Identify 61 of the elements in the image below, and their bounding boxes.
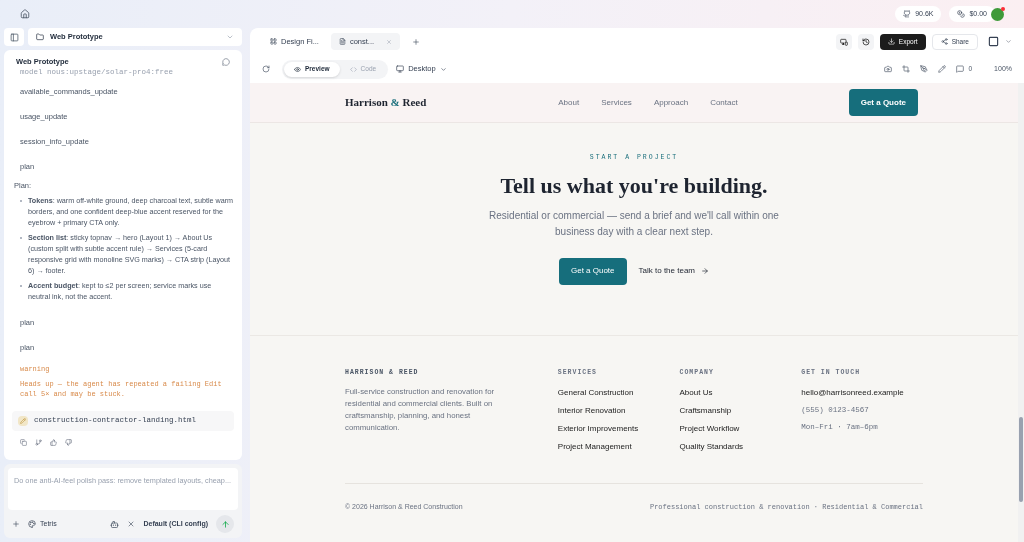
- present-button[interactable]: [835, 33, 852, 50]
- nav-link[interactable]: About: [558, 96, 580, 109]
- footer-link[interactable]: hello@harrisonreed.example: [801, 386, 923, 399]
- pencil-icon[interactable]: [938, 65, 947, 73]
- new-tab-icon[interactable]: [412, 37, 421, 46]
- home-icon[interactable]: [20, 9, 30, 19]
- nav-link[interactable]: Approach: [653, 96, 689, 109]
- history-icon: [861, 37, 870, 46]
- share-icon: [940, 38, 948, 45]
- scrollbar-thumb[interactable]: [1019, 417, 1023, 502]
- chevron-icon: [439, 65, 447, 73]
- palette-icon: [28, 520, 36, 528]
- nav-link[interactable]: Contact: [710, 96, 738, 109]
- chevron-icon: [226, 33, 234, 41]
- layout-icon[interactable]: [988, 36, 999, 47]
- arrow-right-icon: [701, 267, 710, 276]
- chevron-icon[interactable]: [1005, 38, 1012, 45]
- camera-icon[interactable]: [884, 65, 893, 73]
- quote-button[interactable]: Get a Quote: [558, 257, 627, 285]
- folder-icon: [36, 33, 44, 41]
- monitor-icon: [396, 65, 405, 73]
- close-icon[interactable]: [127, 520, 136, 528]
- reload-icon[interactable]: [262, 65, 270, 73]
- comment-icon: [956, 65, 965, 73]
- pencil-icon: [20, 417, 26, 424]
- site-logo[interactable]: Harrison & Reed: [345, 94, 427, 111]
- send-button[interactable]: [216, 515, 234, 533]
- footer-link[interactable]: Project Management: [557, 440, 680, 453]
- close-icon[interactable]: [386, 38, 393, 45]
- hero-subtitle: Residential or commercial — send a brief and we'll call within one business day with a clear next step.: [489, 208, 779, 239]
- footer-link[interactable]: Interior Renovation: [557, 404, 680, 417]
- branch-icon[interactable]: [35, 438, 42, 446]
- footer-link[interactable]: Craftsmanship: [679, 404, 802, 417]
- crop-icon[interactable]: [902, 65, 911, 73]
- download-icon: [887, 38, 895, 45]
- eye-icon: [294, 65, 301, 73]
- copy-icon[interactable]: [20, 438, 27, 446]
- footer-link[interactable]: Project Workflow: [679, 422, 802, 435]
- grid-icon: [270, 38, 277, 45]
- avatar-icon[interactable]: [991, 7, 1004, 21]
- history-button[interactable]: [857, 33, 874, 50]
- file-icon: [338, 38, 346, 45]
- thumbs-up-icon[interactable]: [50, 438, 57, 446]
- sidebar-toggle[interactable]: [4, 28, 24, 46]
- sidebar-icon: [9, 32, 19, 42]
- chat-icon[interactable]: [222, 57, 230, 66]
- hero-headline: Tell us what you're building.: [500, 171, 768, 200]
- pen-icon[interactable]: [920, 65, 929, 73]
- arrow-up-icon: [220, 519, 230, 529]
- footer-link[interactable]: Quality Standards: [679, 440, 802, 453]
- footer-link[interactable]: About Us: [679, 386, 802, 399]
- devices-icon: [839, 37, 848, 46]
- thumbs-down-icon[interactable]: [65, 438, 72, 446]
- footer-link[interactable]: Exterior Improvements: [557, 422, 680, 435]
- robot-icon[interactable]: [110, 519, 120, 529]
- code-icon: [349, 65, 357, 73]
- nav-link[interactable]: Services: [601, 96, 632, 109]
- add-icon[interactable]: [12, 520, 20, 528]
- team-link[interactable]: Talk to the team: [638, 265, 710, 278]
- footer-link[interactable]: General Construction: [557, 386, 680, 399]
- nav-quote-button[interactable]: Get a Quote: [848, 89, 918, 116]
